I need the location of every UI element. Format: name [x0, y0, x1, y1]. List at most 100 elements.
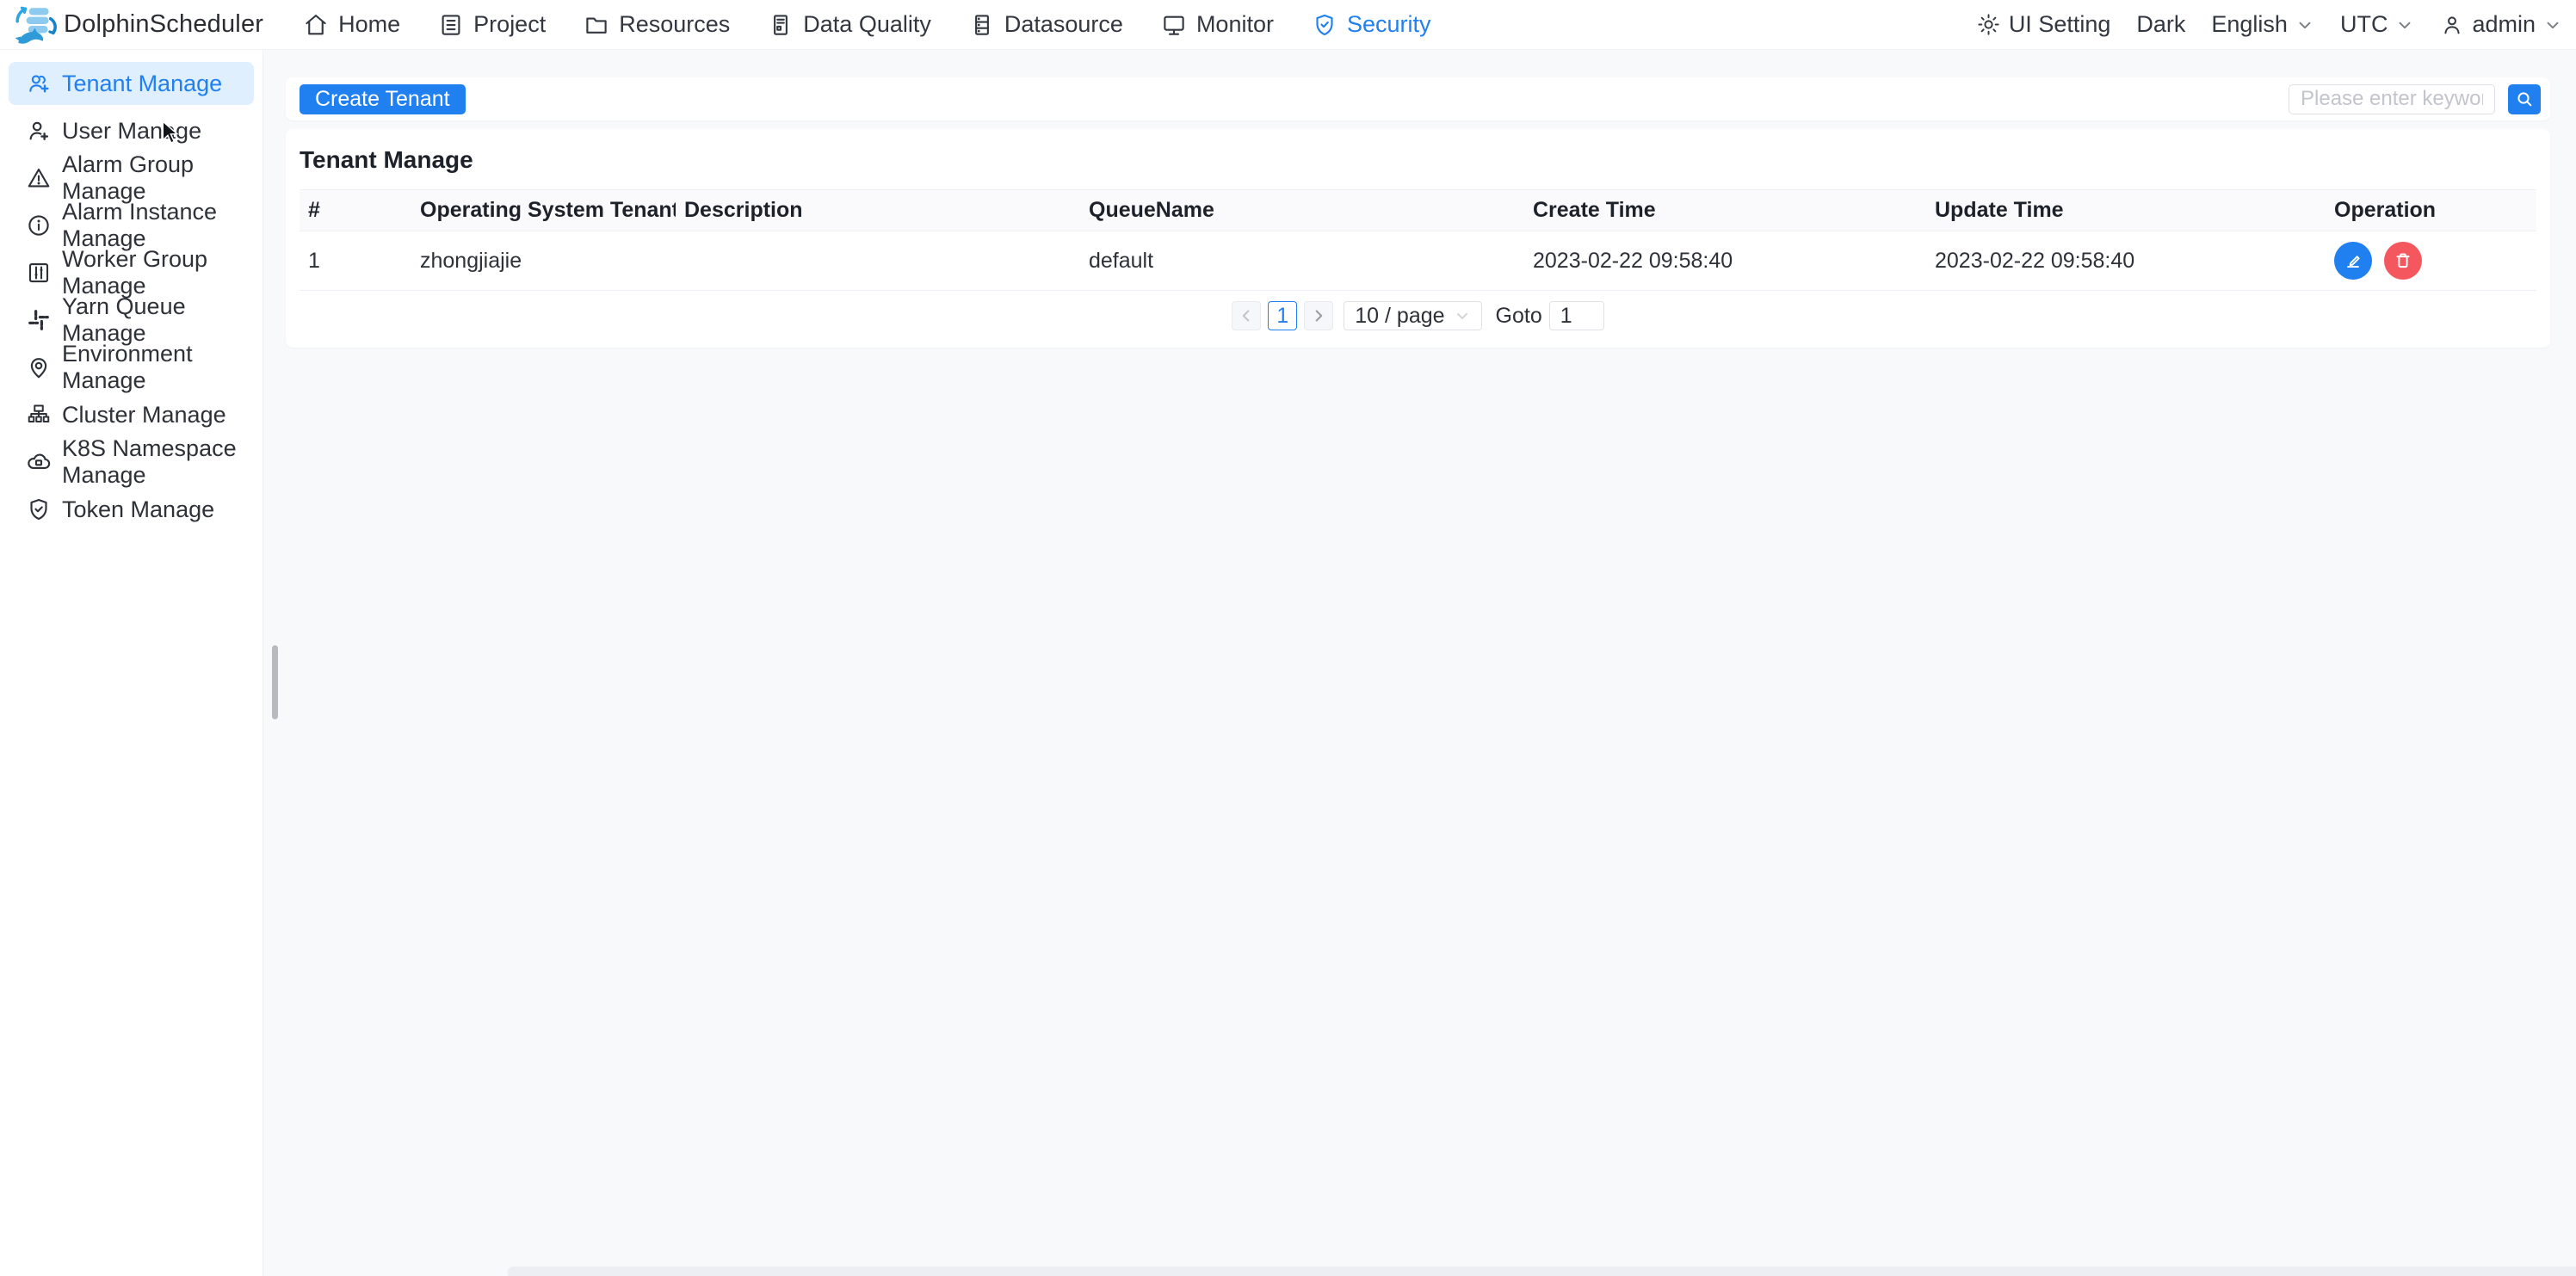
nav-item-home[interactable]: Home [303, 11, 400, 38]
nav-item-data-quality[interactable]: Data Quality [768, 11, 931, 38]
sidebar-item-token-manage[interactable]: Token Manage [9, 488, 254, 531]
table-row: 1 zhongjiajie default 2023-02-22 09:58:4… [300, 231, 2536, 291]
cell-index: 1 [300, 231, 411, 291]
ui-setting-label: UI Setting [2009, 11, 2111, 38]
search-button[interactable] [2508, 84, 2541, 114]
chevron-down-icon [2395, 15, 2414, 34]
tenant-card: Tenant Manage # Operating System Tenant … [286, 129, 2550, 348]
sidebar-item-worker-group-manage[interactable]: Worker Group Manage [9, 251, 254, 294]
sidebar-item-alarm-instance-manage[interactable]: Alarm Instance Manage [9, 204, 254, 247]
column-os-tenant: Operating System Tenant [411, 190, 676, 231]
cell-description [676, 231, 1080, 291]
info-icon [26, 213, 52, 238]
sidebar-item-label: Environment Manage [62, 341, 254, 394]
timezone-label: UTC [2340, 11, 2388, 38]
nav-item-datasource[interactable]: Datasource [969, 11, 1123, 38]
sidebar-item-label: Cluster Manage [62, 402, 226, 428]
page-number-button[interactable]: 1 [1268, 301, 1297, 330]
top-nav: DolphinScheduler Home Project [0, 0, 2576, 50]
sidebar-item-label: Worker Group Manage [62, 246, 254, 299]
sidebar-item-label: Tenant Manage [62, 71, 222, 97]
user-icon [2440, 13, 2464, 37]
prev-page-button[interactable] [1232, 301, 1261, 330]
language-label: English [2211, 11, 2288, 38]
nav-label: Monitor [1196, 11, 1274, 38]
sidebar-item-cluster-manage[interactable]: Cluster Manage [9, 393, 254, 436]
chevron-down-icon [2543, 15, 2562, 34]
nav-item-monitor[interactable]: Monitor [1161, 11, 1274, 38]
sidebar-item-label: Token Manage [62, 496, 214, 523]
column-create-time: Create Time [1524, 190, 1926, 231]
page-size-value: 10 / page [1355, 304, 1444, 329]
project-icon [438, 12, 464, 38]
home-icon [303, 12, 329, 38]
theme-label: Dark [2136, 11, 2185, 38]
tenant-icon [26, 71, 52, 96]
page-size-select[interactable]: 10 / page [1344, 301, 1481, 330]
theme-toggle[interactable]: Dark [2136, 11, 2185, 38]
timezone-select[interactable]: UTC [2340, 11, 2415, 38]
search-icon [2514, 89, 2535, 109]
gear-icon [1976, 12, 2001, 37]
nav-item-project[interactable]: Project [438, 11, 546, 38]
main-content: Create Tenant Tenant Manage [263, 50, 2576, 1276]
warning-icon [26, 165, 52, 191]
delete-tenant-button[interactable] [2384, 242, 2422, 280]
goto-page-input[interactable] [1549, 301, 1604, 330]
chevron-down-icon [1454, 307, 1471, 324]
sidebar-item-tenant-manage[interactable]: Tenant Manage [9, 62, 254, 105]
sidebar-item-label: Yarn Queue Manage [62, 293, 254, 347]
vertical-scrollbar-thumb[interactable] [272, 645, 278, 719]
cell-update-time: 2023-02-22 09:58:40 [1926, 231, 2326, 291]
cloud-icon [26, 449, 52, 475]
sidebar-item-label: K8S Namespace Manage [62, 435, 254, 489]
monitor-icon [1161, 12, 1187, 38]
search-input[interactable] [2289, 84, 2495, 114]
nav-item-security[interactable]: Security [1312, 11, 1431, 38]
sidebar-item-environment-manage[interactable]: Environment Manage [9, 346, 254, 389]
page-title: Tenant Manage [300, 141, 2536, 189]
user-menu[interactable]: admin [2440, 11, 2562, 38]
ui-setting-button[interactable]: UI Setting [1976, 11, 2111, 38]
sidebar-item-label: Alarm Group Manage [62, 151, 254, 205]
column-update-time: Update Time [1926, 190, 2326, 231]
nav-label: Data Quality [803, 11, 931, 38]
data-quality-icon [768, 12, 794, 38]
queue-icon [26, 307, 52, 333]
language-select[interactable]: English [2211, 11, 2314, 38]
horizontal-scrollbar[interactable] [508, 1267, 2576, 1276]
sidebar-item-k8s-namespace-manage[interactable]: K8S Namespace Manage [9, 441, 254, 484]
sidebar-item-user-manage[interactable]: User Manage [9, 109, 254, 152]
edit-tenant-button[interactable] [2334, 242, 2372, 280]
shield-check-icon [1312, 12, 1337, 38]
cell-queue-name: default [1080, 231, 1524, 291]
create-tenant-button[interactable]: Create Tenant [300, 84, 466, 114]
app-logo[interactable]: DolphinScheduler [14, 3, 263, 46]
column-description: Description [676, 190, 1080, 231]
user-add-icon [26, 118, 52, 144]
sliders-icon [26, 260, 52, 286]
column-index: # [300, 190, 411, 231]
nav-right: UI Setting Dark English UTC admin [1976, 11, 2562, 38]
sidebar-item-alarm-group-manage[interactable]: Alarm Group Manage [9, 157, 254, 200]
column-queue-name: QueueName [1080, 190, 1524, 231]
main-nav: Home Project Resources [303, 11, 1430, 38]
cell-os-tenant: zhongjiajie [411, 231, 676, 291]
table-header-row: # Operating System Tenant Description Qu… [300, 190, 2536, 231]
username-label: admin [2472, 11, 2536, 38]
nav-label: Project [473, 11, 546, 38]
nav-item-resources[interactable]: Resources [584, 11, 730, 38]
next-page-button[interactable] [1304, 301, 1333, 330]
sidebar: Tenant Manage User Manage Alarm Group Ma… [0, 50, 263, 1276]
nav-label: Home [338, 11, 400, 38]
cell-create-time: 2023-02-22 09:58:40 [1524, 231, 1926, 291]
edit-icon [2342, 250, 2364, 272]
goto-label: Goto [1496, 304, 1542, 329]
nav-label: Datasource [1004, 11, 1123, 38]
dolphinscheduler-logo-icon [14, 3, 57, 46]
operation-cell [2334, 231, 2536, 290]
folder-icon [584, 12, 609, 38]
column-operation: Operation [2326, 190, 2536, 231]
tenant-table: # Operating System Tenant Description Qu… [300, 189, 2536, 291]
sidebar-item-yarn-queue-manage[interactable]: Yarn Queue Manage [9, 299, 254, 342]
